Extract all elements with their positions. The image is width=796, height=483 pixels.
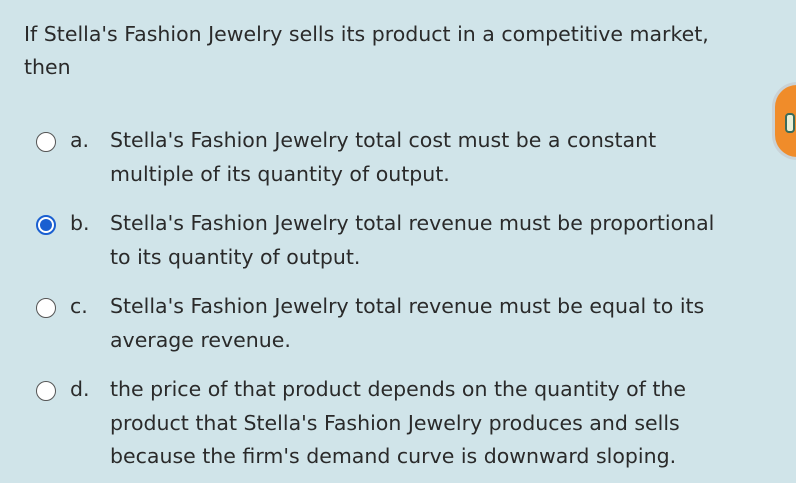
option-d-letter: d.	[70, 377, 90, 401]
radio-option-d[interactable]	[36, 381, 56, 401]
option-d[interactable]: d. the price of that product depends on …	[36, 373, 776, 474]
question-text: If Stella's Fashion Jewelry sells its pr…	[24, 18, 764, 84]
option-a-letter: a.	[70, 128, 90, 152]
option-d-line-3: because the firm's demand curve is downw…	[110, 444, 677, 468]
option-b-line-1: Stella's Fashion Jewelry total revenue m…	[110, 211, 715, 235]
option-c-letter: c.	[70, 294, 88, 318]
option-c-line-2: average revenue.	[110, 327, 291, 352]
option-a[interactable]: a. Stella's Fashion Jewelry total cost m…	[36, 124, 776, 191]
option-b-letter: b.	[70, 211, 90, 235]
option-d-line-2: product that Stella's Fashion Jewelry pr…	[110, 410, 680, 435]
question-line-1: If Stella's Fashion Jewelry sells its pr…	[24, 22, 709, 46]
option-a-text: Stella's Fashion Jewelry total cost must…	[110, 124, 770, 191]
option-b[interactable]: b. Stella's Fashion Jewelry total revenu…	[36, 207, 776, 274]
option-c-text: Stella's Fashion Jewelry total revenue m…	[110, 290, 770, 357]
radio-selected-dot	[40, 219, 52, 231]
option-c-line-1: Stella's Fashion Jewelry total revenue m…	[110, 294, 705, 318]
option-b-line-2: to its quantity of output.	[110, 244, 361, 269]
widget-icon	[785, 113, 795, 133]
option-c[interactable]: c. Stella's Fashion Jewelry total revenu…	[36, 290, 776, 357]
side-help-widget[interactable]	[772, 82, 796, 160]
radio-option-c[interactable]	[36, 298, 56, 318]
radio-option-b[interactable]	[36, 215, 56, 235]
radio-option-a[interactable]	[36, 132, 56, 152]
option-d-line-1: the price of that product depends on the…	[110, 377, 687, 401]
option-a-line-2: multiple of its quantity of output.	[110, 161, 450, 186]
option-d-text: the price of that product depends on the…	[110, 373, 770, 474]
answer-options: a. Stella's Fashion Jewelry total cost m…	[36, 124, 776, 474]
option-a-line-1: Stella's Fashion Jewelry total cost must…	[110, 128, 657, 152]
option-b-text: Stella's Fashion Jewelry total revenue m…	[110, 207, 770, 274]
question-line-2: then	[24, 55, 71, 79]
